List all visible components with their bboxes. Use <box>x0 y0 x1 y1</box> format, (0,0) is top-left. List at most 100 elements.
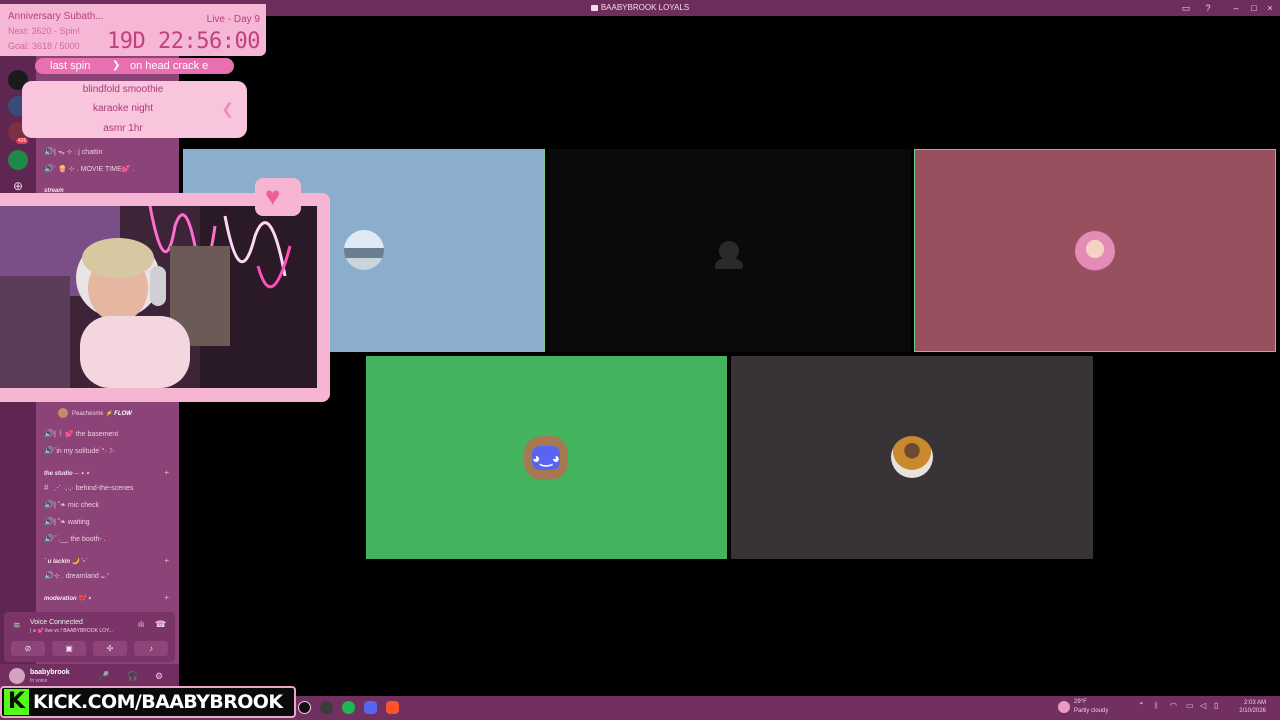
add-channel-icon[interactable]: + <box>164 468 169 477</box>
webcam-scene <box>0 206 317 388</box>
speaker-icon: 🔊 <box>44 517 54 526</box>
chevron-up-icon[interactable]: ⌃ <box>1138 701 1145 710</box>
hangup-icon[interactable]: ☎ <box>155 619 166 630</box>
clock-date: 2/10/2026 <box>1239 708 1266 714</box>
channel-name: ` 🍿 ⊹ . MOVIE TIME💕 . <box>54 166 135 173</box>
tiktok-icon[interactable] <box>298 701 311 714</box>
member-tag: ⚡ FLOW <box>105 411 132 417</box>
category-moderation[interactable]: moderation 🎀 ⋆ <box>44 595 91 602</box>
maximize-button[interactable]: □ <box>1248 2 1260 14</box>
member-avatar <box>58 408 68 418</box>
last-spin-label: last spin <box>50 60 91 72</box>
video-tile-3[interactable] <box>914 149 1276 352</box>
screenshare-button[interactable]: ▣ <box>52 641 86 656</box>
spotify-icon[interactable] <box>342 701 355 714</box>
subathon-goal: Goal: 3618 / 5000 <box>8 41 80 51</box>
voice-channel[interactable]: 🔊`˙.__ the booth- . <box>44 533 106 545</box>
battery-icon[interactable]: ▯ <box>1214 701 1218 710</box>
speaker-icon: 🔊 <box>44 446 54 455</box>
noise-suppression-icon[interactable]: ılı <box>138 620 144 629</box>
wifi-icon[interactable]: ◠ <box>1170 701 1177 710</box>
server-icon[interactable] <box>8 150 28 170</box>
voice-channel[interactable]: 🔊`in my solitude´°·☽· <box>44 445 115 457</box>
discord-icon: ◕‿◕ <box>532 446 560 470</box>
bluetooth-icon[interactable]: ᛒ <box>1154 701 1159 710</box>
webcam-feed <box>0 206 317 388</box>
channel-name: `in my solitude´°·☽· <box>54 448 116 455</box>
video-button[interactable]: ⊘ <box>11 641 45 656</box>
wheel-item: karaoke night <box>92 103 154 114</box>
close-button[interactable]: × <box>1264 2 1276 14</box>
default-avatar-icon <box>719 241 739 261</box>
wheel-list: blindfold smoothie karaoke night asmr 1h… <box>22 81 247 138</box>
subathon-widget: Anniversary Subath... Next: 3620 - Spin!… <box>0 4 266 56</box>
voice-member[interactable]: Peachesmk ⚡ FLOW <box>58 408 132 418</box>
activities-button[interactable]: ✣ <box>93 641 127 656</box>
chevron-right-icon: ❯ <box>112 60 121 71</box>
mic-icon[interactable]: 🎤 <box>98 671 109 682</box>
member-name: Peachesmk <box>72 411 104 417</box>
user-status: In voice <box>30 678 48 684</box>
weather-condition: Partly cloudy <box>1074 708 1109 714</box>
soundboard-button[interactable]: ♪ <box>134 641 168 656</box>
text-channel[interactable]: # ⋰ ·,·,· behind-the-scenes <box>44 482 133 494</box>
default-avatar-body <box>715 259 743 269</box>
chevron-left-icon: ❮ <box>221 101 234 118</box>
clock[interactable]: 2:03 AM 2/10/2026 <box>1239 699 1266 715</box>
add-channel-icon[interactable]: + <box>164 556 169 565</box>
speaker-icon: 🔊 <box>44 534 54 543</box>
voice-channel[interactable]: 🔊| ˚❧ waiting <box>44 516 90 528</box>
hash-icon: # <box>44 483 49 492</box>
subathon-next: Next: 3620 - Spin! <box>8 26 81 36</box>
avatar[interactable] <box>9 668 25 684</box>
app-icon <box>590 5 598 11</box>
clock-time: 2:03 AM <box>1243 700 1266 706</box>
last-spin-bar: last spin ❯ on head crack e <box>35 58 234 74</box>
channel-name: | ˚❧ mic check <box>54 502 100 509</box>
speaker-icon: 🔊 <box>44 571 54 580</box>
minimize-button[interactable]: – <box>1230 2 1242 14</box>
video-tile-5[interactable] <box>731 356 1093 559</box>
channel-name: ⋰ ·,·,· behind-the-scenes <box>54 485 134 492</box>
headphones-icon[interactable]: 🎧 <box>127 671 138 682</box>
category-studio[interactable]: the studio ─ ⋆ ⋆ <box>44 470 89 477</box>
voice-status: Voice Connected <box>30 619 83 626</box>
channel-name: ⊹ . dreamland ᴗ.ᐟ <box>54 573 110 580</box>
voice-channel[interactable]: 🔊| ᯓ ⊹ : j chattin <box>44 146 102 158</box>
gear-icon[interactable]: ⚙ <box>155 671 163 682</box>
user-bar: baabybrook In voice 🎤 🎧 ⚙ <box>0 664 179 688</box>
obs-icon[interactable] <box>320 701 333 714</box>
volume-icon[interactable]: ◁ <box>1200 701 1206 710</box>
channel-name: | ꒰ 💕 the basement <box>54 431 119 438</box>
network-icon[interactable]: ▭ <box>1186 701 1194 710</box>
video-tile-2[interactable] <box>549 149 911 352</box>
subathon-timer: 19D 22:56:00 <box>107 29 260 54</box>
weather-icon <box>1058 701 1070 713</box>
video-tile-4[interactable]: ◕‿◕ <box>366 356 727 559</box>
speaker-icon: 🔊 <box>44 164 54 173</box>
add-channel-icon[interactable]: + <box>164 593 169 602</box>
channel-name: `˙.__ the booth- . <box>54 536 106 543</box>
help-icon[interactable]: ? <box>1202 2 1214 14</box>
heart-icon: ♥ <box>265 181 281 211</box>
category-lackin[interactable]: ` u lackin 🌙 ˙ᵕ˙ <box>44 558 87 565</box>
voice-channel[interactable]: 🔊| ꒰ 💕 the basement <box>44 428 118 440</box>
participant-avatar <box>891 436 933 478</box>
voice-channel[interactable]: 🔊` 🍿 ⊹ . MOVIE TIME💕 . <box>44 163 134 175</box>
brave-icon[interactable] <box>386 701 399 714</box>
voice-channel[interactable]: 🔊| ˚❧ mic check <box>44 499 99 511</box>
signal-icon: ≋ <box>13 620 21 630</box>
participant-avatar <box>1075 231 1115 271</box>
subathon-title: Anniversary Subath... <box>8 11 104 22</box>
wheel-item: blindfold smoothie <box>82 84 164 95</box>
discord-taskbar-icon[interactable] <box>364 701 377 714</box>
username: baabybrook <box>30 669 70 676</box>
voice-location[interactable]: | 𝚊 💕 live vc / BAABYBROOK LOY... <box>30 628 113 634</box>
speaker-icon: 🔊 <box>44 500 54 509</box>
inbox-icon[interactable]: ▭ <box>1180 2 1192 14</box>
kick-logo: K <box>4 689 29 715</box>
last-spin-value: on head crack e <box>130 60 209 72</box>
kick-url: KICK.COM/BAABYBROOK <box>33 691 283 713</box>
stream-screen: BAABYBROOK LOYALS ▭ ? – □ × 426 ⊕ 🔊| ᯓ ⊹… <box>0 0 1280 720</box>
voice-channel[interactable]: 🔊⊹ . dreamland ᴗ.ᐟ <box>44 570 110 582</box>
